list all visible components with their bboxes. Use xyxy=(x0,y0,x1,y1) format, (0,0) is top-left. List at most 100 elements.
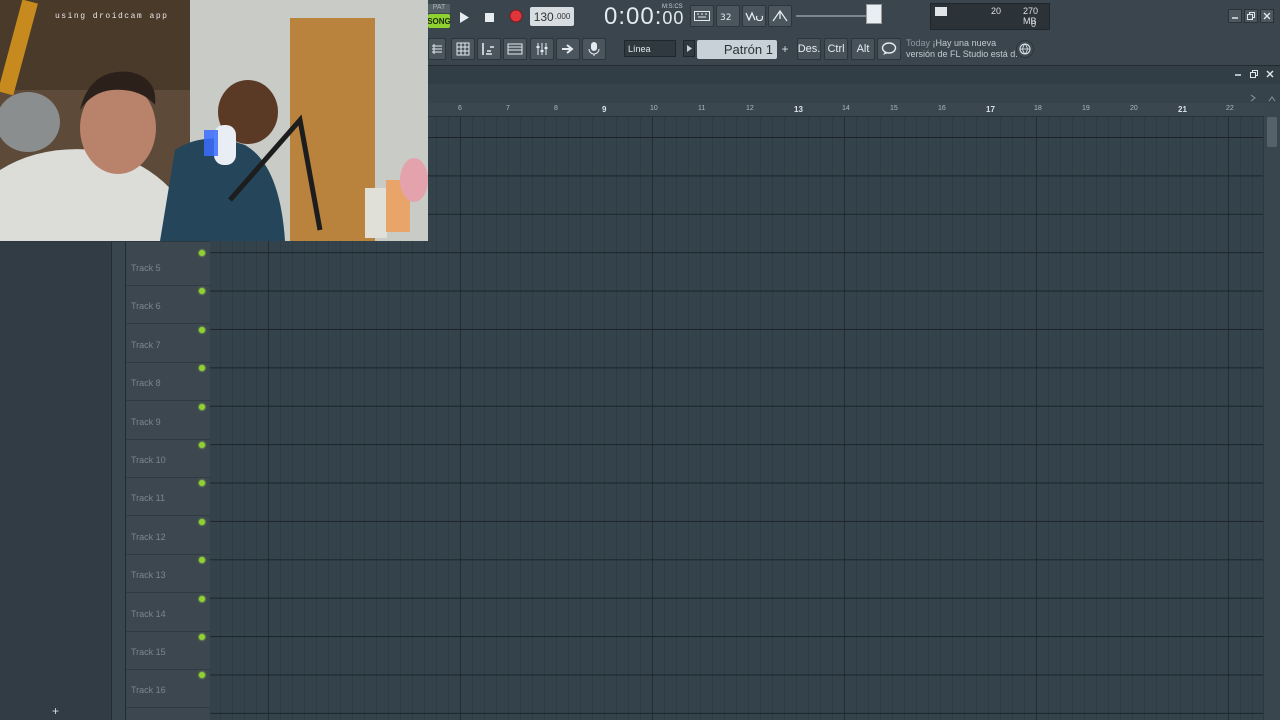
track-mute-led[interactable] xyxy=(199,403,205,410)
news-panel[interactable]: Today ¡Hay una nueva versión de FL Studi… xyxy=(906,38,1018,60)
track-mute-led[interactable] xyxy=(199,442,205,448)
master-volume-knob[interactable] xyxy=(866,4,882,24)
track-mute-led[interactable] xyxy=(199,288,205,295)
restore-button[interactable] xyxy=(1244,9,1258,23)
playlist-close-button[interactable] xyxy=(1266,69,1274,81)
track-mute-led[interactable] xyxy=(199,634,205,640)
restore-icon xyxy=(1250,70,1258,78)
news-headline-2: versión de FL Studio está d. xyxy=(906,49,1018,59)
play-button[interactable] xyxy=(455,6,473,28)
tempo-value: 130 xyxy=(533,9,554,24)
pattern-selector[interactable]: Patrón 1 xyxy=(697,40,777,59)
bar-number: 18 xyxy=(1034,105,1042,112)
track-scrollbar[interactable] xyxy=(112,242,126,720)
ctrl-modifier-button[interactable]: Ctrl xyxy=(824,38,848,60)
webcam-watermark: using droidcam app xyxy=(55,12,169,21)
bar-number: 21 xyxy=(1178,105,1187,114)
vertical-scroll-thumb[interactable] xyxy=(1267,117,1277,147)
track-header[interactable]: Track 8 xyxy=(126,363,210,402)
alt-modifier-button[interactable]: Alt xyxy=(851,38,875,60)
track-header[interactable]: Track 7 xyxy=(126,325,210,363)
track-mute-led[interactable] xyxy=(199,365,205,372)
track-header[interactable]: Track 12 xyxy=(126,517,210,555)
track-label: Track 10 xyxy=(131,455,166,465)
track-mute-led[interactable] xyxy=(199,518,205,525)
minimize-button[interactable] xyxy=(1228,9,1242,23)
track-label: Track 16 xyxy=(131,685,166,696)
minimize-icon xyxy=(1235,74,1241,76)
undo-button[interactable]: Des. xyxy=(797,38,821,60)
mixer-button[interactable] xyxy=(530,38,554,60)
track-header[interactable]: Track 6 xyxy=(126,286,210,325)
add-track-button[interactable]: + xyxy=(52,704,59,718)
arrange-icon xyxy=(432,44,442,54)
track-label: Track 9 xyxy=(131,416,161,427)
stop-button[interactable] xyxy=(480,6,498,28)
channel-rack-button[interactable] xyxy=(503,38,527,60)
bar-number: 20 xyxy=(1130,105,1138,112)
track-header[interactable]: Track 10 xyxy=(126,440,210,478)
playlist-minimize-button[interactable] xyxy=(1234,69,1242,81)
chevron-up-icon xyxy=(1268,96,1276,102)
countdown-button[interactable]: 32 xyxy=(716,5,740,27)
master-pitch-slider[interactable] xyxy=(796,15,866,17)
song-mode-toggle[interactable]: SONG xyxy=(427,14,451,28)
add-pattern-button[interactable]: + xyxy=(779,40,791,57)
track-mute-led[interactable] xyxy=(199,480,205,487)
channel-rack-icon xyxy=(507,43,523,55)
fl-studio-app: PAT SONG 130.000 0:00:00 M:S:CS 32 20 27… xyxy=(0,0,1280,720)
svg-text:32: 32 xyxy=(720,13,731,21)
pattern-mode-toggle[interactable]: PAT xyxy=(428,4,450,13)
plugin-picker-button[interactable] xyxy=(556,38,580,60)
track-header[interactable]: Track 13 xyxy=(126,555,210,594)
chevron-right-icon xyxy=(1250,94,1256,102)
bar-number: 8 xyxy=(554,105,558,112)
play-icon xyxy=(460,11,469,23)
track-mute-led[interactable] xyxy=(199,672,205,679)
track-mute-led[interactable] xyxy=(199,326,205,333)
pattern-arrow-button[interactable] xyxy=(683,40,695,57)
restore-icon xyxy=(1247,12,1255,20)
track-header[interactable]: Track 15 xyxy=(126,632,210,670)
piano-roll-icon xyxy=(482,43,494,55)
undo-label: Des. xyxy=(797,43,821,55)
polyphony-value: 0 xyxy=(1031,19,1037,29)
stop-icon xyxy=(484,12,494,22)
hint-bar-button[interactable] xyxy=(877,38,901,60)
resource-meter: 20 270 MB 0 xyxy=(930,3,1050,30)
vertical-scrollbar[interactable] xyxy=(1264,103,1280,720)
playlist-maximize-button[interactable] xyxy=(1250,69,1258,81)
close-button[interactable] xyxy=(1260,9,1274,23)
track-header[interactable]: Track 9 xyxy=(126,402,210,440)
track-mute-led[interactable] xyxy=(199,250,205,256)
track-label: Track 15 xyxy=(131,647,166,657)
webcam-overlay: using droidcam app xyxy=(0,0,428,241)
metronome-button[interactable] xyxy=(768,5,792,27)
arrow-right-icon xyxy=(562,44,574,54)
timeline-ruler[interactable]: 6 7 8 9 10 11 12 13 14 15 16 17 18 19 20 21 22 xyxy=(428,103,1264,117)
globe-icon xyxy=(1019,43,1031,55)
snap-value: Línea xyxy=(628,43,651,54)
track-mute-led[interactable] xyxy=(199,557,205,564)
track-label: Track 6 xyxy=(131,301,161,312)
news-today: Today xyxy=(906,38,931,48)
audio-recording-button[interactable] xyxy=(582,38,606,60)
bar-number: 12 xyxy=(746,105,754,112)
playlist-button[interactable] xyxy=(451,38,475,60)
track-header[interactable]: Track 16 xyxy=(126,670,210,709)
playlist-picker-panel[interactable] xyxy=(0,242,112,720)
tempo-display[interactable]: 130.000 xyxy=(530,7,574,26)
track-header[interactable]: Track 5 xyxy=(126,248,210,286)
track-header[interactable]: Track 14 xyxy=(126,594,210,632)
loop-record-button[interactable] xyxy=(742,5,766,27)
snap-select[interactable]: Línea xyxy=(624,40,676,57)
record-button[interactable] xyxy=(506,5,526,27)
track-header[interactable]: Track 11 xyxy=(126,478,210,517)
bar-number: 13 xyxy=(794,105,803,114)
online-globe-button[interactable] xyxy=(1016,40,1034,58)
track-mute-led[interactable] xyxy=(199,595,205,602)
piano-roll-button[interactable] xyxy=(477,38,501,60)
bar-number: 10 xyxy=(650,105,658,112)
arrange-view-button[interactable] xyxy=(428,38,446,60)
typing-keyboard-button[interactable] xyxy=(690,5,714,27)
